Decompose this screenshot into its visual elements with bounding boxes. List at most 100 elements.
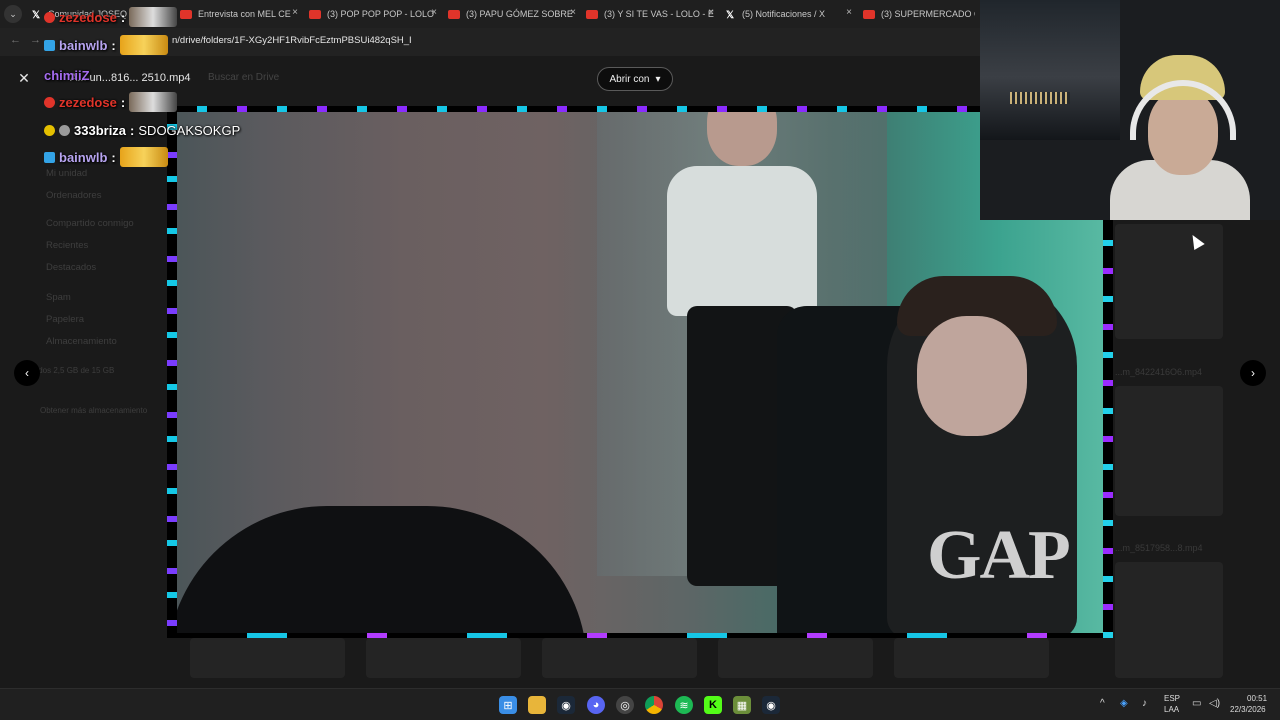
video-person-seated: GAP — [887, 276, 1113, 638]
tab-3[interactable]: (3) POP POP POP - LOLO × — [309, 4, 437, 24]
network-icon[interactable]: ▭ — [1192, 698, 1201, 709]
chrome-icon[interactable] — [645, 696, 663, 714]
discord-icon[interactable]: ◕ — [587, 696, 605, 714]
clock-time[interactable]: 00:51 — [1247, 694, 1267, 703]
file-thumbnail[interactable] — [366, 638, 521, 678]
sidebar-item-starred[interactable]: Destacados — [46, 262, 96, 273]
webcam-window-view — [980, 0, 1120, 140]
sidebar-item-recent[interactable]: Recientes — [46, 240, 88, 251]
tab-close-button[interactable]: × — [846, 7, 852, 18]
chat-message: bainwlb: — [44, 146, 168, 168]
webcam-overlay — [980, 0, 1280, 220]
chat-badge-icon — [44, 11, 55, 23]
chat-message: zezedose: — [44, 91, 178, 113]
neon-border-bottom — [167, 633, 1113, 638]
lang-bottom[interactable]: LAA — [1164, 705, 1179, 714]
chat-badge-icon — [59, 124, 70, 136]
lang-top[interactable]: ESP — [1164, 694, 1180, 703]
tab-7[interactable]: (3) SUPERMERCADO CHI — [863, 4, 975, 24]
chat-badge-icon — [44, 151, 55, 163]
open-with-button[interactable]: Abrir con ▾ — [597, 67, 673, 91]
sidebar-item-computers[interactable]: Ordenadores — [46, 190, 101, 201]
chat-username: zezedose — [59, 94, 117, 110]
chat-emote — [129, 92, 178, 112]
chat-message: 333briza: SDOGAKSOKGP — [44, 119, 240, 141]
chat-text: SDOGAKSOKGP — [138, 122, 241, 138]
chat-badge-icon — [44, 124, 55, 136]
tab-label: (3) POP POP POP - LOLO — [327, 9, 435, 19]
tab-close-button[interactable]: × — [292, 7, 298, 18]
tab-2[interactable]: Entrevista con MEL CE × — [180, 4, 298, 24]
chat-username: chimiiZ — [44, 67, 90, 83]
chat-message: bainwlb: — [44, 34, 168, 56]
tab-label: (3) PAPU GÓMEZ SOBRE — [466, 9, 573, 19]
tab-label: (5) Notificaciones / X — [742, 9, 826, 19]
file-thumbnail[interactable] — [894, 638, 1049, 678]
hoodie-logo: GAP — [927, 517, 1071, 594]
chat-emote — [119, 147, 168, 167]
security-icon[interactable]: ◈ — [1120, 698, 1128, 709]
obs-icon[interactable]: ◎ — [616, 696, 634, 714]
neon-border-left — [167, 106, 177, 638]
forward-arrow-icon[interactable]: → — [30, 34, 41, 46]
taskbar: ⊞ ◉ ◕ ◎ ≋ K ▦ ◉ ^ ◈ ♪ ESP LAA ▭ ◁) 00:51… — [0, 688, 1280, 720]
close-viewer-button[interactable]: ✕ — [16, 70, 32, 86]
chat-badge-icon — [44, 39, 55, 51]
sidebar-item-shared[interactable]: Compartido conmigo — [46, 218, 134, 229]
chat-emote — [129, 7, 178, 27]
file-thumbnail[interactable] — [1115, 562, 1223, 678]
tab-label: Entrevista con MEL CE — [198, 9, 291, 19]
kick-icon[interactable]: K — [704, 696, 722, 714]
x-icon: 𝕏 — [31, 9, 41, 21]
next-file-button[interactable]: › — [1240, 360, 1266, 386]
file-thumbnail[interactable] — [718, 638, 873, 678]
minecraft-icon[interactable]: ▦ — [733, 696, 751, 714]
chat-badge-icon — [44, 96, 55, 108]
tab-label: (3) Y SI TE VAS - LOLO - E — [604, 9, 714, 19]
video-player[interactable]: GAP — [167, 106, 1113, 638]
get-storage-button[interactable]: Obtener más almacenamiento — [40, 406, 147, 415]
sidebar-item-my-drive[interactable]: Mi unidad — [46, 168, 87, 179]
tab-close-button[interactable]: × — [708, 7, 714, 18]
sidebar-item-trash[interactable]: Papelera — [46, 314, 84, 325]
url-field[interactable]: n/drive/folders/1F-XGy2HF1RvibFcEztmPBSU… — [172, 35, 412, 46]
tab-close-button[interactable]: × — [570, 7, 576, 18]
file-explorer-icon[interactable] — [528, 696, 546, 714]
search-input[interactable]: Buscar en Drive — [208, 72, 279, 83]
chevron-up-icon[interactable]: ^ — [1100, 698, 1105, 709]
chat-emote — [119, 35, 168, 55]
tab-search-button[interactable]: ⌄ — [4, 5, 22, 23]
chat-username: zezedose — [59, 9, 117, 25]
chat-message: chimiiZ — [44, 64, 90, 86]
neon-border-top — [167, 106, 1113, 112]
caret-down-icon: ▾ — [655, 73, 661, 85]
file-thumbnail[interactable] — [190, 638, 345, 678]
tab-4[interactable]: (3) PAPU GÓMEZ SOBRE × — [448, 4, 576, 24]
sidebar-item-storage[interactable]: Almacenamiento — [46, 336, 117, 347]
youtube-icon — [448, 9, 460, 19]
open-with-label: Abrir con — [609, 73, 650, 85]
tab-6[interactable]: 𝕏 (5) Notificaciones / X × — [724, 4, 852, 24]
tab-5[interactable]: (3) Y SI TE VAS - LOLO - E × — [586, 4, 714, 24]
volume-icon[interactable]: ◁) — [1209, 698, 1220, 709]
file-name: ...m_8517958...8.mp4 — [1115, 543, 1203, 553]
sidebar-item-spam[interactable]: Spam — [46, 292, 71, 303]
chat-message: zezedose: — [44, 6, 178, 28]
youtube-icon — [863, 9, 875, 19]
tab-close-button[interactable]: × — [431, 7, 437, 18]
file-thumbnail[interactable] — [1115, 224, 1223, 339]
spotify-icon[interactable]: ≋ — [675, 696, 693, 714]
clock-date[interactable]: 22/3/2026 — [1230, 705, 1266, 714]
chat-username: bainwlb — [59, 37, 108, 53]
back-arrow-icon[interactable]: ← — [10, 34, 21, 46]
file-name: ...m_8422416O6.mp4 — [1115, 367, 1203, 377]
webcam-streamer — [1100, 40, 1250, 220]
steam-icon[interactable]: ◉ — [762, 696, 780, 714]
file-thumbnail[interactable] — [542, 638, 697, 678]
file-thumbnail[interactable] — [1115, 386, 1223, 516]
steam-icon[interactable]: ◉ — [557, 696, 575, 714]
previous-file-button[interactable]: ‹ — [14, 360, 40, 386]
chat-username: bainwlb — [59, 149, 108, 165]
windows-start-icon[interactable]: ⊞ — [499, 696, 517, 714]
microphone-icon[interactable]: ♪ — [1142, 698, 1147, 709]
